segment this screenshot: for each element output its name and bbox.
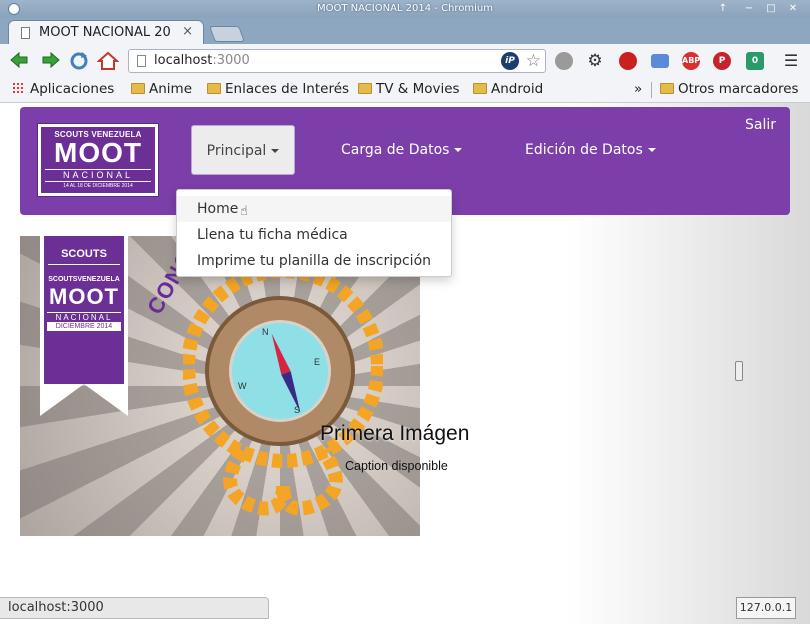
slide-banner-inner: SCOUTS SCOUTSVENEZUELA MOOT NACIONAL DIC… bbox=[44, 236, 124, 384]
bookmark-apps[interactable]: Aplicaciones bbox=[12, 81, 114, 97]
carousel-slide-image: N E S W CONQUISTA SCOUTS SCOUTSVENEZUELA… bbox=[20, 236, 420, 536]
reload-button[interactable] bbox=[68, 50, 90, 72]
dropdown-item-planilla[interactable]: Imprime tu planilla de inscripción bbox=[177, 248, 451, 274]
banner-moot-text: MOOT bbox=[49, 284, 119, 309]
new-tab-button[interactable] bbox=[209, 26, 245, 42]
principal-dropdown-menu: Home Llena tu ficha médica Imprime tu pl… bbox=[176, 189, 452, 277]
home-button[interactable] bbox=[96, 50, 120, 72]
back-button[interactable] bbox=[8, 50, 30, 72]
hand-cursor-icon: ☝ bbox=[240, 204, 248, 219]
gear-extension-icon[interactable]: ⚙ bbox=[586, 52, 604, 70]
window-title: MOOT NACIONAL 2014 - Chromium bbox=[316, 3, 494, 14]
compass-s-label: S bbox=[294, 405, 301, 415]
compass-needle-north bbox=[266, 331, 291, 375]
caret-down-icon bbox=[647, 148, 656, 152]
nav-edicion-datos-dropdown[interactable]: Edición de Datos bbox=[525, 125, 656, 175]
bookmark-folder-anime[interactable]: Anime bbox=[131, 81, 192, 97]
logo-date-text: 14 AL 18 DE DICIEMBRE 2014 bbox=[63, 183, 133, 189]
caret-down-icon bbox=[454, 148, 463, 152]
carousel-next-handle[interactable] bbox=[735, 361, 743, 381]
slide-banner: SCOUTS SCOUTSVENEZUELA MOOT NACIONAL DIC… bbox=[40, 236, 128, 384]
forward-button[interactable] bbox=[40, 50, 62, 72]
window-minimize-button[interactable]: − bbox=[742, 2, 756, 16]
address-url[interactable]: localhost:3000 bbox=[154, 53, 250, 68]
banner-scouts-text: SCOUTS bbox=[48, 248, 120, 265]
caret-down-icon bbox=[271, 149, 280, 153]
tab-strip: MOOT NACIONAL 20 × bbox=[0, 18, 810, 44]
logo-sub-text: NACIONAL bbox=[45, 169, 151, 182]
window-close-button[interactable]: ✕ bbox=[786, 2, 800, 16]
page-icon bbox=[21, 27, 30, 39]
ip-indicator: 127.0.0.1 bbox=[736, 597, 796, 619]
nav-principal-dropdown[interactable]: Principal bbox=[191, 125, 295, 175]
window-keep-above-button[interactable]: ↑ bbox=[716, 2, 730, 16]
page-content: SCOUTS VENEZUELA MOOT NACIONAL 14 AL 18 … bbox=[0, 103, 810, 624]
status-bar-url: localhost:3000 bbox=[0, 597, 269, 619]
record-extension-icon[interactable] bbox=[619, 52, 637, 70]
pinterest-extension-icon[interactable]: P bbox=[713, 52, 731, 70]
compass-face: N E S W bbox=[229, 320, 331, 422]
counter-extension-icon[interactable]: 0 bbox=[746, 52, 764, 70]
bookmark-folder-tv-movies[interactable]: TV & Movies bbox=[358, 81, 460, 97]
adblock-extension-icon[interactable]: ABP bbox=[682, 52, 700, 70]
carousel-caption-title: Primera Imágen bbox=[320, 422, 470, 445]
bookmark-folder-otros[interactable]: Otros marcadores bbox=[660, 81, 799, 97]
folder-icon bbox=[358, 83, 372, 94]
logout-link[interactable]: Salir bbox=[745, 117, 776, 133]
arrow-left-icon bbox=[10, 51, 28, 69]
moot-logo[interactable]: SCOUTS VENEZUELA MOOT NACIONAL 14 AL 18 … bbox=[37, 123, 159, 197]
folder-icon bbox=[473, 83, 487, 94]
carousel-caption-text: Caption disponible bbox=[345, 459, 448, 473]
arrow-right-icon bbox=[42, 51, 60, 69]
browser-toolbar: localhost:3000 iP ☆ ⚙ ABP P 0 ☰ bbox=[0, 44, 810, 78]
bookmark-star-icon[interactable]: ☆ bbox=[526, 51, 541, 71]
menu-icon[interactable]: ☰ bbox=[780, 50, 802, 72]
folder-icon bbox=[207, 83, 221, 94]
dropdown-item-ficha-medica[interactable]: Llena tu ficha médica bbox=[177, 222, 451, 248]
moot-logo-inner: SCOUTS VENEZUELA MOOT NACIONAL 14 AL 18 … bbox=[41, 127, 155, 193]
reload-icon bbox=[70, 52, 88, 70]
bookmarks-bar: Aplicaciones Anime Enlaces de Interés TV… bbox=[0, 78, 810, 103]
home-icon bbox=[96, 51, 120, 70]
compass-w-label: W bbox=[238, 381, 247, 391]
apps-grid-icon bbox=[12, 82, 24, 94]
bookmarks-separator bbox=[651, 82, 652, 98]
bookmarks-overflow-chevron[interactable]: » bbox=[634, 81, 642, 97]
page-icon bbox=[137, 55, 146, 67]
bookmark-folder-enlaces[interactable]: Enlaces de Interés bbox=[207, 81, 349, 97]
window-maximize-button[interactable]: □ bbox=[764, 2, 778, 16]
banner-sv-text: SCOUTSVENEZUELA bbox=[48, 276, 120, 283]
browser-tab[interactable]: MOOT NACIONAL 20 × bbox=[8, 20, 204, 44]
image-carousel[interactable]: N E S W CONQUISTA SCOUTS SCOUTSVENEZUELA… bbox=[20, 236, 469, 536]
compass-n-label: N bbox=[262, 327, 269, 337]
banner-date-text: DICIEMBRE 2014 bbox=[47, 322, 121, 331]
nav-carga-datos-dropdown[interactable]: Carga de Datos bbox=[341, 125, 463, 175]
ip-extension-icon[interactable]: iP bbox=[501, 52, 519, 70]
keyboard-extension-icon[interactable] bbox=[651, 54, 669, 68]
dropdown-item-home[interactable]: Home bbox=[177, 196, 451, 222]
tab-close-icon[interactable]: × bbox=[182, 24, 193, 39]
globe-extension-icon[interactable] bbox=[555, 52, 573, 70]
banner-tail bbox=[40, 384, 128, 416]
window-titlebar: MOOT NACIONAL 2014 - Chromium ↑ − □ ✕ bbox=[0, 0, 810, 18]
logo-main-text: MOOT bbox=[54, 137, 142, 168]
bookmark-folder-android[interactable]: Android bbox=[473, 81, 543, 97]
address-bar[interactable]: localhost:3000 iP ☆ bbox=[128, 49, 546, 73]
compass-e-label: E bbox=[314, 357, 321, 367]
folder-icon bbox=[131, 83, 145, 94]
tab-title: MOOT NACIONAL 20 bbox=[39, 25, 171, 40]
folder-icon bbox=[660, 83, 674, 94]
